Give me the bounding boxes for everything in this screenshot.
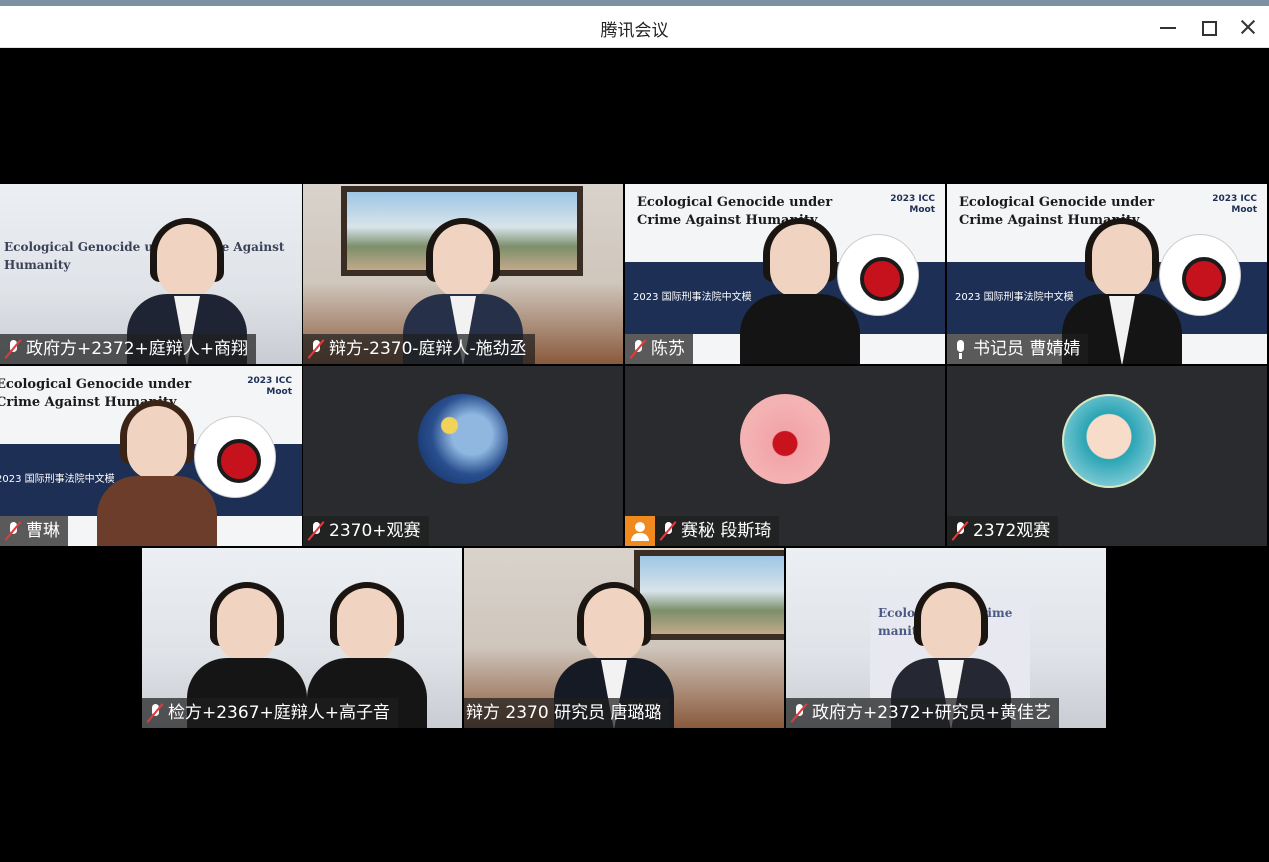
participant-name: 书记员 曹婧婧 — [973, 339, 1081, 359]
video-tile[interactable]: 检方+2367+庭辩人+高子音 — [142, 548, 462, 728]
banner-year: 2023 ICC Moot — [1212, 194, 1257, 215]
banner-year: 2023 ICC Moot — [890, 194, 935, 215]
participant-label: 2372观赛 — [947, 516, 1059, 546]
mic-muted-icon — [309, 521, 323, 541]
participant-name: 辩方-2370-庭辩人-施劲丞 — [329, 339, 527, 359]
participant-name: 赛秘 段斯琦 — [681, 521, 772, 541]
participant-video — [735, 218, 865, 364]
participant-label: 辩方 2370 研究员 唐璐璐 — [464, 698, 670, 728]
mic-muted-icon — [6, 339, 20, 359]
video-tile[interactable]: 赛秘 段斯琦 — [625, 366, 945, 546]
video-tile[interactable]: Ecological Genocide under Crime Against … — [0, 366, 302, 546]
video-tile[interactable]: Ecological Genocide under Crime Against … — [0, 184, 302, 364]
minimize-icon[interactable] — [1153, 12, 1183, 42]
mic-muted-icon — [6, 521, 20, 541]
close-icon[interactable] — [1233, 12, 1263, 42]
banner-year: 2023 ICC Moot — [247, 376, 292, 397]
mic-muted-icon — [792, 703, 806, 723]
participant-label: 赛秘 段斯琦 — [625, 516, 780, 546]
host-person-icon — [625, 516, 655, 546]
video-tile[interactable]: 2372观赛 — [947, 366, 1267, 546]
participant-name: 辩方 2370 研究员 唐璐璐 — [466, 703, 662, 723]
video-tile[interactable]: Ecological Genocide under Crime Against … — [947, 184, 1267, 364]
seal-avatar-icon — [740, 394, 830, 484]
video-tile[interactable]: 2370+观赛 — [303, 366, 623, 546]
video-tile[interactable]: Ecological Genocide under Crime Against … — [625, 184, 945, 364]
banner-subtitle: 2023 国际刑事法院中文模 — [955, 292, 1074, 303]
mic-muted-icon — [309, 339, 323, 359]
participant-label: 政府方+2372+研究员+黄佳艺 — [786, 698, 1059, 728]
mic-muted-icon — [148, 703, 162, 723]
participant-name: 政府方+2372+庭辩人+商翔 — [26, 339, 248, 359]
participant-name: 2372观赛 — [973, 521, 1051, 541]
participant-name: 曹琳 — [26, 521, 60, 541]
mic-muted-icon — [953, 521, 967, 541]
window-title: 腾讯会议 — [600, 21, 669, 41]
title-bar: 腾讯会议 — [0, 6, 1269, 48]
participant-label: 辩方-2370-庭辩人-施劲丞 — [303, 334, 535, 364]
participant-name: 政府方+2372+研究员+黄佳艺 — [812, 703, 1051, 723]
participant-name: 检方+2367+庭辩人+高子音 — [168, 703, 390, 723]
cartoon-girl-avatar-icon — [1062, 394, 1156, 488]
participant-video — [92, 400, 222, 546]
participant-label: 检方+2367+庭辩人+高子音 — [142, 698, 398, 728]
banner-subtitle: 2023 国际刑事法院中文模 — [633, 292, 752, 303]
mic-muted-icon — [661, 521, 675, 541]
mic-muted-icon — [631, 339, 645, 359]
mic-active-icon — [953, 339, 967, 359]
video-tile[interactable]: 辩方-2370-庭辩人-施劲丞 — [303, 184, 623, 364]
starry-night-avatar-icon — [418, 394, 508, 484]
participant-label: 书记员 曹婧婧 — [947, 334, 1089, 364]
participant-name: 2370+观赛 — [329, 521, 421, 541]
participant-label: 陈苏 — [625, 334, 693, 364]
participant-label: 2370+观赛 — [303, 516, 429, 546]
participant-label: 曹琳 — [0, 516, 68, 546]
video-tile[interactable]: 辩方 2370 研究员 唐璐璐 — [464, 548, 784, 728]
participant-label: 政府方+2372+庭辩人+商翔 — [0, 334, 256, 364]
participant-name: 陈苏 — [651, 339, 685, 359]
video-tile[interactable]: Ecolog under Crime manity 政府方+2372+研究员+黄… — [786, 548, 1106, 728]
maximize-icon[interactable] — [1193, 12, 1223, 42]
